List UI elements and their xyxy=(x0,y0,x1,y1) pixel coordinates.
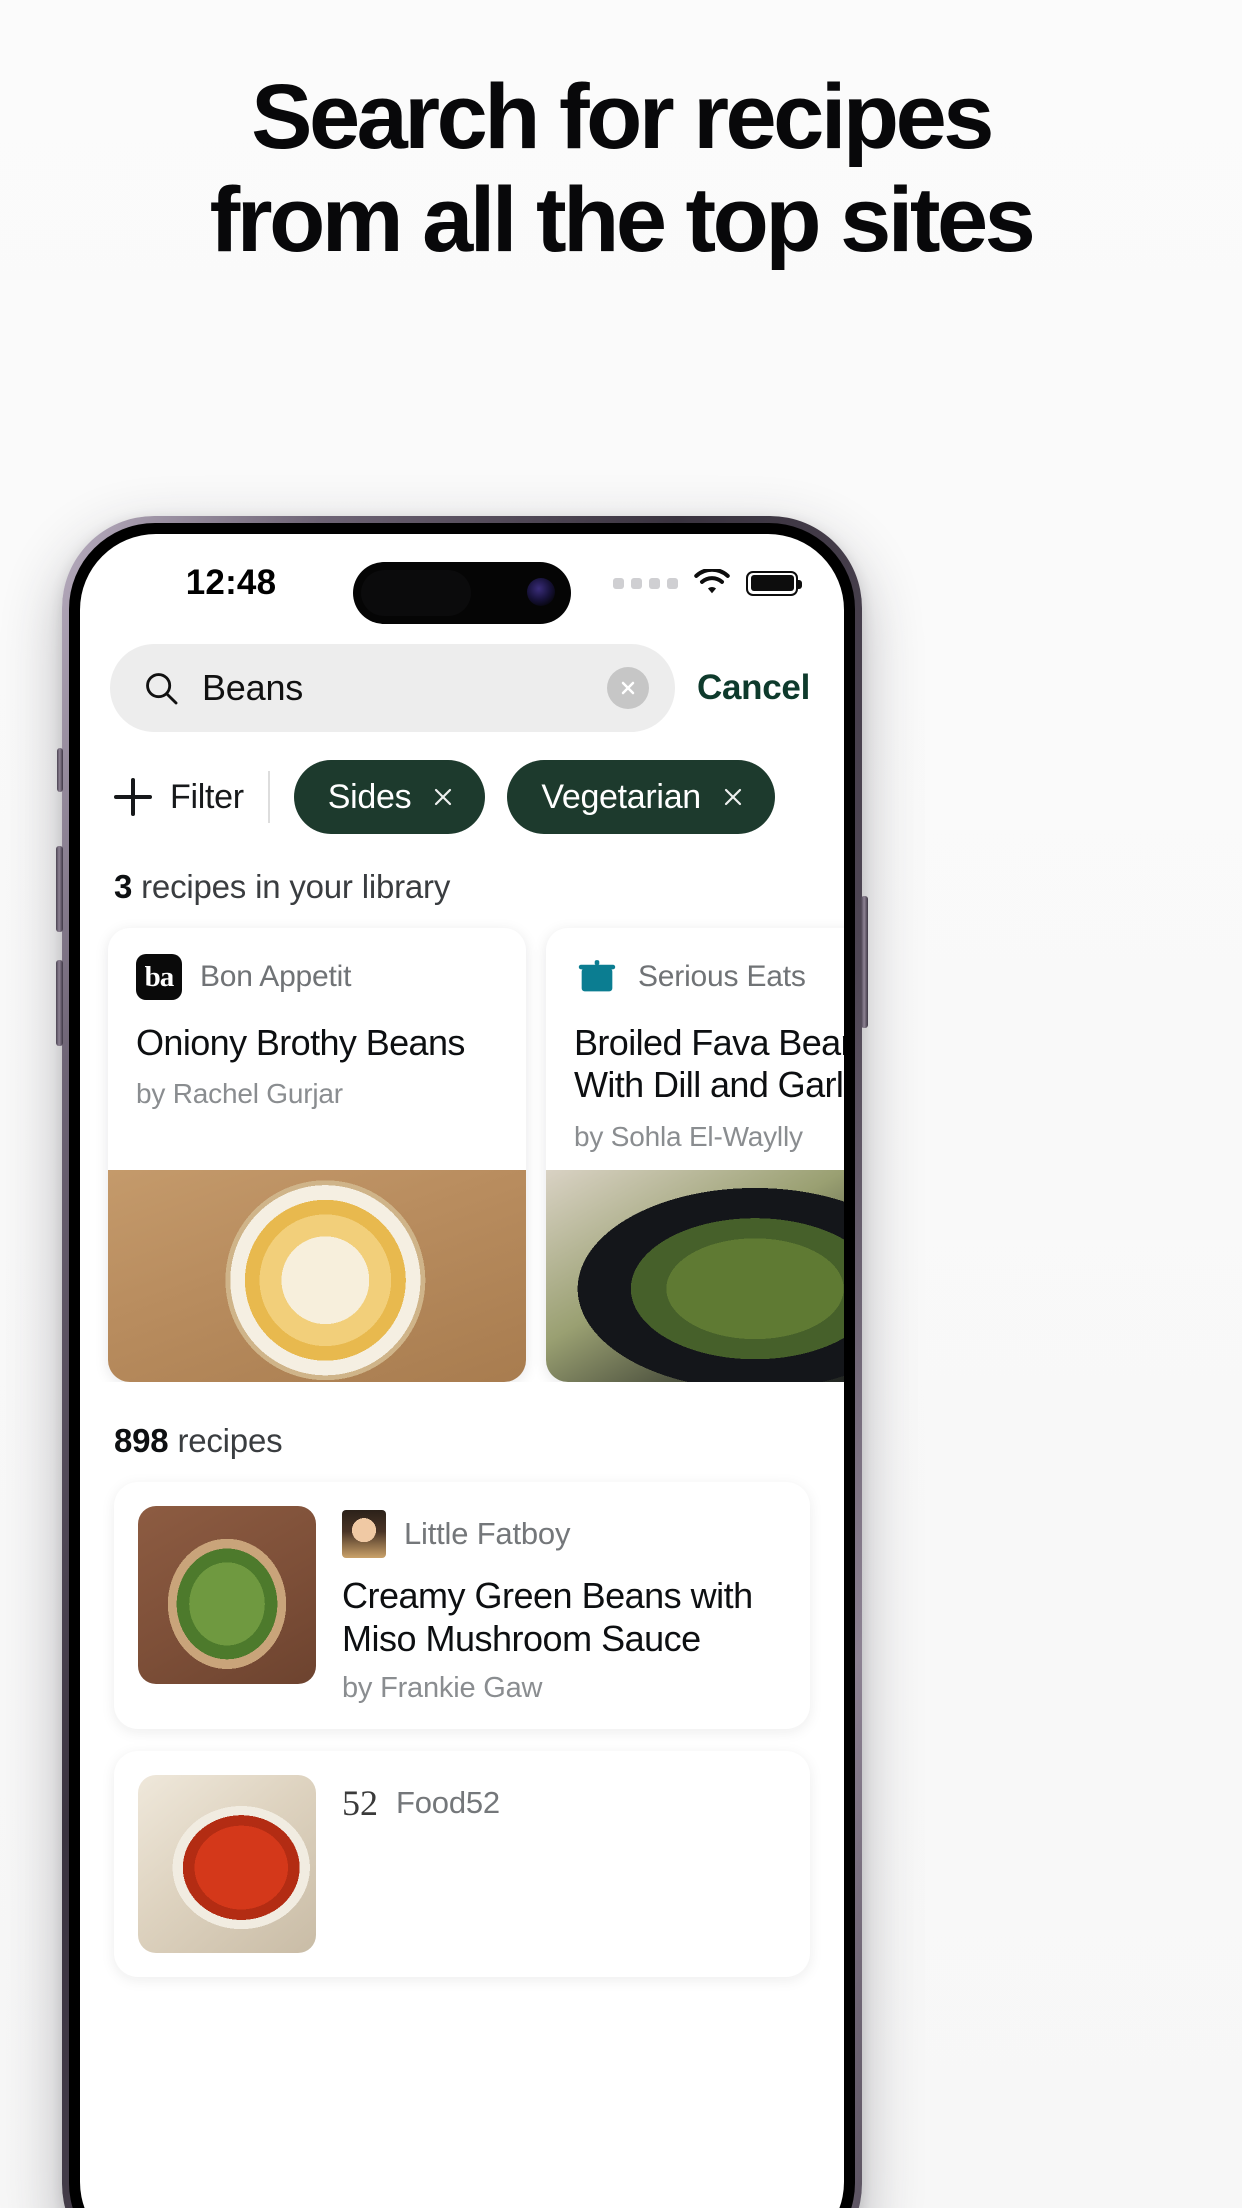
recipe-byline: by Rachel Gurjar xyxy=(136,1078,343,1110)
recipe-byline: by Frankie Gaw xyxy=(342,1672,543,1705)
recipe-photo xyxy=(108,1170,526,1382)
phone-mockup: 12:48 Beans Cancel Filter Sides Vegetari… xyxy=(56,516,868,2208)
volume-down-button[interactable] xyxy=(56,960,63,1046)
chip-label: Vegetarian xyxy=(541,777,701,816)
filter-chip-sides[interactable]: Sides xyxy=(293,760,486,834)
divider xyxy=(267,771,270,823)
list-item[interactable]: Little Fatboy Creamy Green Beans with Mi… xyxy=(114,1482,810,1730)
recipe-card[interactable]: Serious Eats Broiled Fava Beans With Dil… xyxy=(546,928,844,1382)
little-fatboy-avatar xyxy=(342,1510,386,1558)
cancel-button[interactable]: Cancel xyxy=(697,668,814,708)
volume-up-button[interactable] xyxy=(56,846,63,932)
search-row: Beans Cancel xyxy=(80,632,844,732)
card-source: Serious Eats xyxy=(574,954,844,1000)
source-name: Food52 xyxy=(396,1785,500,1821)
close-icon xyxy=(621,681,635,695)
results-count: 898 xyxy=(114,1422,169,1459)
recipe-photo xyxy=(138,1775,316,1954)
add-filter-button[interactable]: Filter xyxy=(114,778,244,817)
results-section-header: 898 recipes xyxy=(80,1382,844,1482)
marketing-screenshot: Search for recipes from all the top site… xyxy=(0,0,1242,2208)
phone-bezel: 12:48 Beans Cancel Filter Sides Vegetari… xyxy=(69,523,855,2208)
search-value: Beans xyxy=(202,667,304,708)
close-icon[interactable] xyxy=(721,785,745,809)
list-source: Little Fatboy xyxy=(342,1510,786,1558)
library-label: recipes in your library xyxy=(141,868,451,905)
cellular-dots-icon xyxy=(613,577,678,589)
phone-screen: 12:48 Beans Cancel Filter Sides Vegetari… xyxy=(80,534,844,2208)
clear-search-button[interactable] xyxy=(607,667,650,709)
library-section-header: 3 recipes in your library xyxy=(80,834,844,906)
results-list: Little Fatboy Creamy Green Beans with Mi… xyxy=(80,1482,844,1978)
library-card-carousel[interactable]: ba Bon Appetit Oniony Brothy Beans by Ra… xyxy=(80,906,844,1382)
silence-switch[interactable] xyxy=(57,748,63,792)
filter-chip-vegetarian[interactable]: Vegetarian xyxy=(507,760,775,834)
recipe-photo xyxy=(138,1506,316,1684)
plus-icon xyxy=(114,778,152,816)
search-input[interactable]: Beans xyxy=(110,644,676,732)
headline-line-2: from all the top sites xyxy=(209,169,1036,272)
chip-label: Sides xyxy=(327,777,412,816)
filter-row: Filter Sides Vegetarian xyxy=(80,732,844,834)
battery-full-icon xyxy=(746,570,802,596)
results-label: recipes xyxy=(177,1422,283,1459)
source-name: Serious Eats xyxy=(638,960,806,993)
card-source: ba Bon Appetit xyxy=(136,954,498,1000)
headline-line-1: Search for recipes xyxy=(251,66,994,168)
filter-label: Filter xyxy=(170,777,244,816)
library-count: 3 xyxy=(114,868,133,905)
dynamic-island xyxy=(353,562,571,624)
recipe-title: Broiled Fava Beans With Dill and Garlic.… xyxy=(574,1022,844,1106)
food52-logo: 52 xyxy=(342,1783,378,1824)
recipe-photo xyxy=(546,1170,844,1382)
serious-eats-pot-logo xyxy=(574,954,620,1000)
close-icon[interactable] xyxy=(431,785,455,809)
page-title: Search for recipes from all the top site… xyxy=(0,66,1242,272)
recipe-title: Creamy Green Beans with Miso Mushroom Sa… xyxy=(342,1575,753,1660)
recipe-title: Oniony Brothy Beans xyxy=(136,1022,465,1063)
wifi-icon xyxy=(694,569,730,594)
list-item[interactable]: 52 Food52 xyxy=(114,1751,810,1978)
bon-appetit-logo: ba xyxy=(136,954,182,1000)
list-source: 52 Food52 xyxy=(342,1779,786,1827)
power-button[interactable] xyxy=(861,896,868,1028)
recipe-byline: by Sohla El-Waylly xyxy=(574,1120,803,1152)
status-time: 12:48 xyxy=(185,563,277,602)
search-icon xyxy=(146,673,178,705)
source-name: Bon Appetit xyxy=(200,960,352,993)
source-name: Little Fatboy xyxy=(404,1516,571,1551)
recipe-card[interactable]: ba Bon Appetit Oniony Brothy Beans by Ra… xyxy=(108,928,526,1382)
